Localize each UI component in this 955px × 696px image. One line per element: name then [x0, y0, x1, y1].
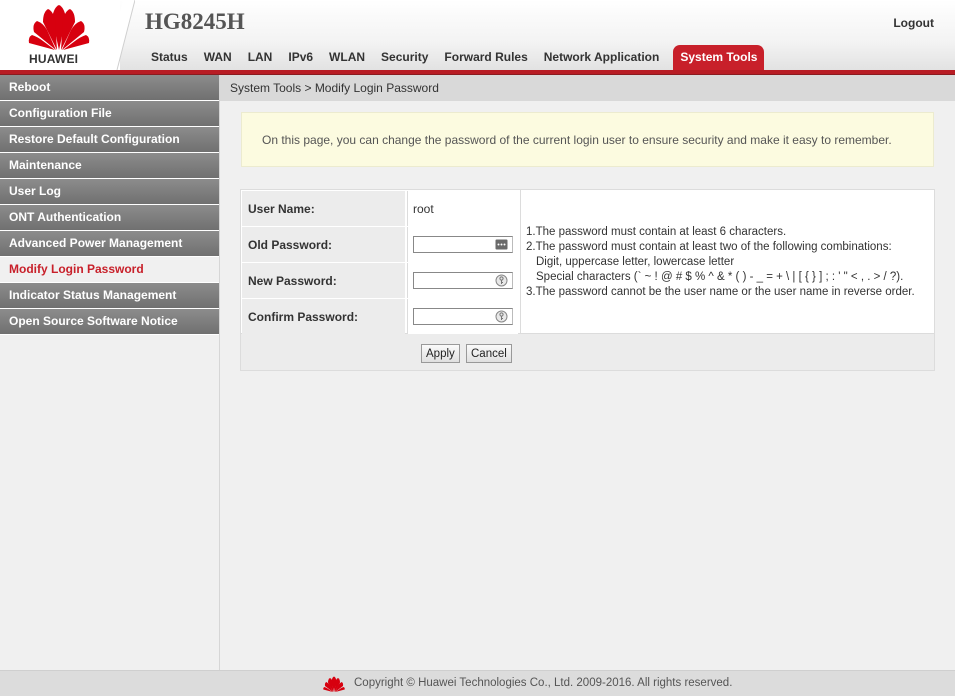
header-slash-decoration [105, 0, 135, 70]
footer: Copyright © Huawei Technologies Co., Ltd… [0, 670, 955, 696]
logout-link[interactable]: Logout [893, 16, 934, 30]
rule-2-combo-a: Digit, uppercase letter, lowercase lette… [536, 256, 735, 268]
rule-2-combo-b: Special characters (` ~ ! @ # $ % ^ & * … [536, 271, 904, 283]
breadcrumb: System Tools > Modify Login Password [220, 75, 955, 101]
huawei-logo-icon [28, 5, 90, 50]
info-box: On this page, you can change the passwor… [241, 112, 934, 167]
rule-1: 1.The password must contain at least 6 c… [526, 226, 787, 238]
sidebar-item-open-source-notice[interactable]: Open Source Software Notice [0, 309, 219, 335]
huawei-logo-small-icon [323, 676, 345, 692]
sidebar-item-configuration-file[interactable]: Configuration File [0, 101, 219, 127]
confirm-password-label: Confirm Password: [242, 299, 405, 334]
apply-button[interactable]: Apply [421, 344, 460, 363]
sidebar-item-ont-authentication[interactable]: ONT Authentication [0, 205, 219, 231]
tab-status[interactable]: Status [143, 45, 196, 70]
sidebar-item-indicator-status[interactable]: Indicator Status Management [0, 283, 219, 309]
sidebar-item-advanced-power[interactable]: Advanced Power Management [0, 231, 219, 257]
new-password-cell [407, 263, 518, 298]
sidebar-item-reboot[interactable]: Reboot [0, 75, 219, 101]
button-bar: Apply Cancel [240, 334, 935, 371]
sidebar-item-modify-login-password[interactable]: Modify Login Password [0, 257, 219, 283]
tab-security[interactable]: Security [373, 45, 436, 70]
main-nav: Status WAN LAN IPv6 WLAN Security Forwar… [143, 45, 765, 70]
tab-ipv6[interactable]: IPv6 [280, 45, 321, 70]
tab-wan[interactable]: WAN [196, 45, 240, 70]
tab-network-application[interactable]: Network Application [536, 45, 668, 70]
cancel-button[interactable]: Cancel [466, 344, 512, 363]
tab-system-tools[interactable]: System Tools [673, 45, 765, 70]
old-password-cell [407, 227, 518, 262]
old-password-field[interactable] [413, 236, 513, 253]
password-form: User Name: root Old Password: New Passwo… [240, 189, 935, 334]
username-value: root [407, 191, 518, 226]
new-password-field[interactable] [413, 272, 513, 289]
brand-name: HUAWEI [29, 52, 79, 66]
tab-forward-rules[interactable]: Forward Rules [436, 45, 535, 70]
confirm-password-field[interactable] [413, 308, 513, 325]
sidebar-item-user-log[interactable]: User Log [0, 179, 219, 205]
rule-2: 2.The password must contain at least two… [526, 241, 892, 253]
copyright-text: Copyright © Huawei Technologies Co., Ltd… [354, 677, 733, 689]
old-password-label: Old Password: [242, 227, 405, 262]
password-dots-icon [495, 239, 508, 250]
main-content: System Tools > Modify Login Password On … [220, 75, 955, 670]
tab-wlan[interactable]: WLAN [321, 45, 373, 70]
tab-lan[interactable]: LAN [240, 45, 281, 70]
password-rules: 1.The password must contain at least 6 c… [520, 190, 935, 333]
confirm-password-cell [407, 299, 518, 334]
header: HUAWEI HG8245H Logout Status WAN LAN IPv… [0, 0, 955, 70]
username-label: User Name: [242, 191, 405, 226]
key-icon [495, 274, 508, 287]
new-password-label: New Password: [242, 263, 405, 298]
sidebar-item-restore-default[interactable]: Restore Default Configuration [0, 127, 219, 153]
rule-3: 3.The password cannot be the user name o… [526, 286, 915, 298]
sidebar-item-maintenance[interactable]: Maintenance [0, 153, 219, 179]
logo-area: HUAWEI [0, 0, 120, 70]
info-text: On this page, you can change the passwor… [262, 133, 892, 147]
sidebar: Reboot Configuration File Restore Defaul… [0, 75, 220, 670]
model-title: HG8245H [145, 9, 245, 34]
key-icon [495, 310, 508, 323]
